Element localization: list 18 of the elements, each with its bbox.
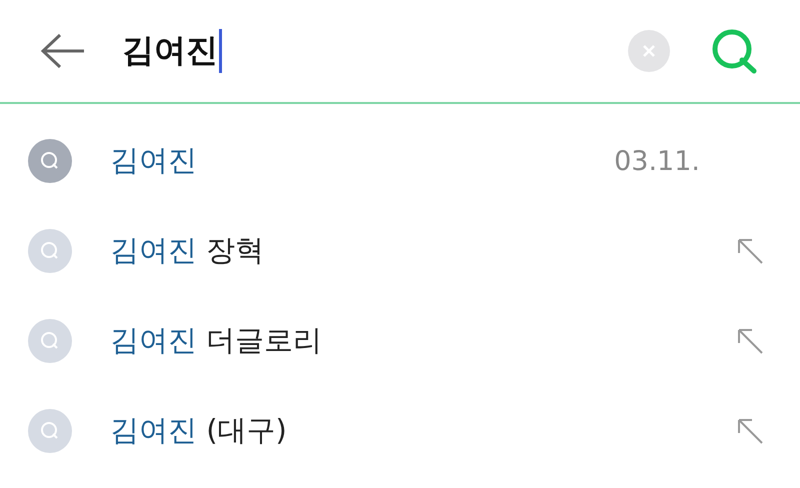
suggestion-item[interactable]: 김여진 03.11.	[0, 116, 800, 206]
suggestion-text: 김여진 (대구)	[110, 412, 288, 449]
search-icon	[28, 229, 72, 273]
search-field[interactable]: 김여진	[122, 29, 608, 73]
back-icon[interactable]	[40, 33, 86, 69]
date-text: 03.11.	[614, 146, 700, 176]
suggestion-text: 김여진 더글로리	[110, 322, 324, 359]
arrow-icon[interactable]	[736, 417, 764, 445]
arrow-icon[interactable]	[736, 327, 764, 355]
suggestion-text: 김여진	[110, 142, 198, 179]
search-icon	[28, 319, 72, 363]
suggestion-item[interactable]: 김여진 더글로리	[0, 296, 800, 386]
suggestion-item[interactable]: 김여진 (대구)	[0, 386, 800, 476]
suggestion-text: 김여진 장혁	[110, 232, 266, 269]
search-icon	[28, 139, 72, 183]
arrow-icon[interactable]	[736, 237, 764, 265]
suggestion-item[interactable]: 김여진 장혁	[0, 206, 800, 296]
search-icon	[28, 409, 72, 453]
